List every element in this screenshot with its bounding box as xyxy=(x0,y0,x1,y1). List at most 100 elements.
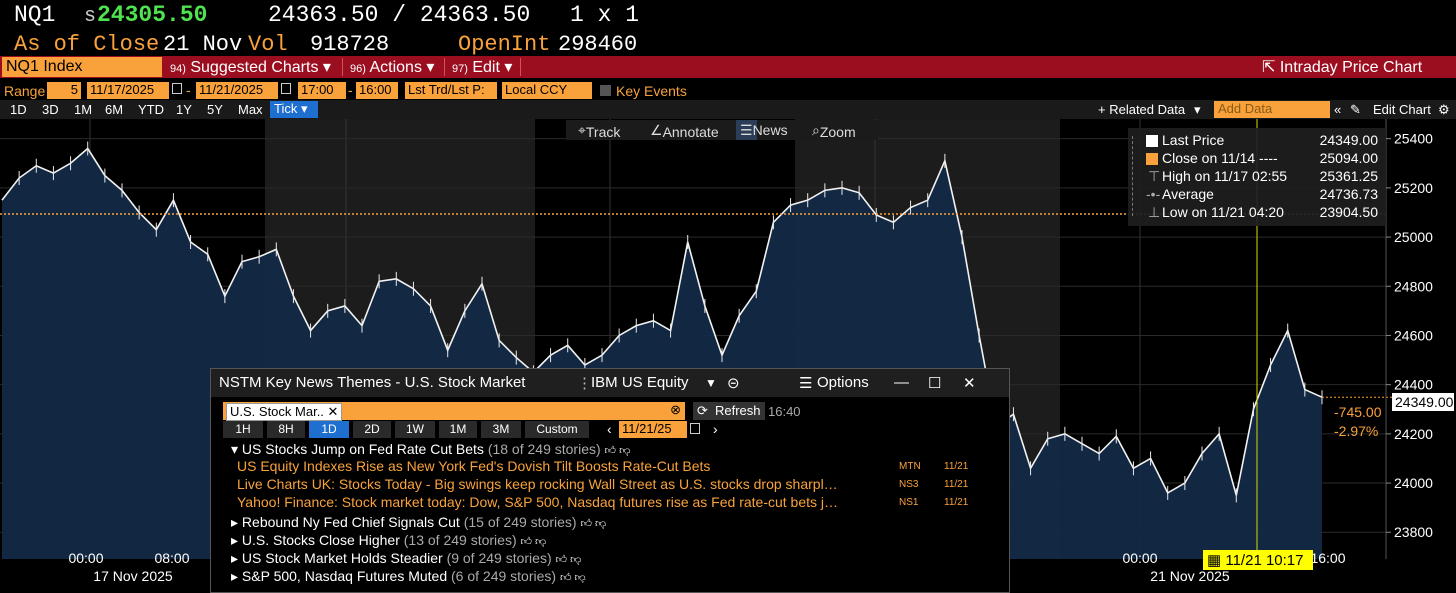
period-max[interactable]: Max xyxy=(238,102,263,117)
period-ytd[interactable]: YTD xyxy=(138,102,164,117)
high-marker-icon: ⊤ xyxy=(1148,168,1161,184)
menu-icon[interactable]: ☰ xyxy=(799,374,812,392)
news-tool[interactable]: ☰ News xyxy=(736,120,788,140)
pill-2d[interactable]: 2D xyxy=(353,421,391,438)
end-date-field[interactable]: 11/21/2025 xyxy=(196,82,278,99)
news-search-input[interactable]: U.S. Stock Mar.. ✕ ⊗ xyxy=(223,402,685,421)
period-1y[interactable]: 1Y xyxy=(176,102,192,117)
end-time-field[interactable]: 16:00 xyxy=(356,82,398,99)
story-date: 11/21 xyxy=(944,461,969,472)
range-days-field[interactable]: 5 xyxy=(47,82,81,99)
calendar-icon[interactable] xyxy=(690,423,700,434)
theme-row[interactable]: ▸ Rebound Ny Fed Chief Signals Cut (15 o… xyxy=(231,514,606,531)
prev-date-icon[interactable]: ‹ xyxy=(607,421,612,437)
next-date-icon[interactable]: › xyxy=(713,421,718,437)
key-events-label: Key Events xyxy=(616,83,687,99)
collapse-icon[interactable]: « xyxy=(1334,102,1341,117)
y-tick-label: 24800 xyxy=(1394,278,1433,294)
period-6m[interactable]: 6M xyxy=(105,102,123,117)
period-1d[interactable]: 1D xyxy=(10,102,27,117)
chevron-down-icon[interactable]: ▼ xyxy=(705,376,717,390)
legend-low[interactable]: ⊥ Low on 11/21 04:20 23904.50 xyxy=(1146,204,1382,222)
legend-swatch xyxy=(1146,135,1158,147)
legend-average[interactable]: ‑•‑ Average 24736.73 xyxy=(1146,186,1382,204)
actions-menu[interactable]: 96) Actions ▾ xyxy=(346,56,438,78)
track-tool[interactable]: ⌖ Track xyxy=(578,122,620,140)
gear-icon[interactable]: ⚙ xyxy=(1438,102,1450,118)
collapsed-icon: ▸ xyxy=(231,550,239,566)
quote-header: NQ1 s 24305.50 24363.50 / 24363.50 1 x 1 xyxy=(0,0,1456,30)
zoom-tool[interactable]: ⌕ Zoom xyxy=(812,122,856,140)
intraday-price-chart-link[interactable]: ⇱ Intraday Price Chart xyxy=(1258,56,1426,78)
suggested-charts-menu[interactable]: 94) Suggested Charts ▾ xyxy=(166,56,335,78)
theme-row[interactable]: ▾ US Stocks Jump on Fed Rate Cut Bets (1… xyxy=(231,441,630,458)
news-security[interactable]: IBM US Equity xyxy=(591,374,689,391)
pill-1d[interactable]: 1D xyxy=(309,421,349,438)
edit-chart-button[interactable]: Edit Chart xyxy=(1373,102,1431,117)
tick-select[interactable]: Tick ▾ xyxy=(270,101,318,118)
average-marker-icon: ‑•‑ xyxy=(1146,186,1161,202)
search-token[interactable]: U.S. Stock Mar.. ✕ xyxy=(226,403,343,421)
calendar-icon[interactable] xyxy=(172,83,182,94)
start-time-field[interactable]: 17:00 xyxy=(298,82,346,99)
y-tick-label: 24200 xyxy=(1394,426,1433,442)
chevron-down-icon[interactable]: ▾ xyxy=(1194,102,1201,118)
minimize-icon[interactable]: — xyxy=(894,374,909,391)
story-row[interactable]: US Equity Indexes Rise as New York Fed's… xyxy=(237,458,889,474)
key-events-checkbox[interactable] xyxy=(600,85,611,96)
crosshair-time-tag: ▦ 11/21 10:17 xyxy=(1203,550,1313,570)
legend-high[interactable]: ⊤ High on 11/17 02:55 25361.25 xyxy=(1146,168,1382,186)
options-button[interactable]: Options xyxy=(817,374,869,391)
legend-collapse-rail xyxy=(1132,136,1140,216)
news-date-field[interactable]: 11/21/25 xyxy=(619,421,687,438)
edit-menu[interactable]: 97) Edit ▾ xyxy=(448,56,516,78)
menu-bar: NQ1 Index 94) Suggested Charts ▾ 96) Act… xyxy=(0,56,1456,78)
calendar-icon: ▦ xyxy=(1207,552,1222,569)
pill-custom[interactable]: Custom xyxy=(525,421,589,438)
pill-1h[interactable]: 1H xyxy=(223,421,263,438)
range-label: Range xyxy=(4,83,46,99)
last-price: 24305.50 xyxy=(97,2,208,28)
link-icon[interactable]: ⊝ xyxy=(727,374,740,392)
pill-1w[interactable]: 1W xyxy=(395,421,435,438)
period-3d[interactable]: 3D xyxy=(42,102,59,117)
theme-row[interactable]: ▸ US Stock Market Holds Steadier (9 of 2… xyxy=(231,550,581,567)
story-source: NS3 xyxy=(899,479,919,490)
refresh-button[interactable]: ⟳ Refresh xyxy=(693,402,765,420)
y-tick-label: 24000 xyxy=(1394,475,1433,491)
legend-swatch xyxy=(1146,153,1158,165)
close-icon[interactable]: ✕ xyxy=(963,374,976,392)
pill-1m[interactable]: 1M xyxy=(439,421,477,438)
theme-row[interactable]: ▸ U.S. Stocks Close Higher (13 of 249 st… xyxy=(231,532,546,549)
legend-close[interactable]: Close on 11/14 ---- 25094.00 xyxy=(1146,150,1382,168)
pill-3m[interactable]: 3M xyxy=(481,421,521,438)
y-tick-label: 25200 xyxy=(1394,180,1433,196)
annotate-tool[interactable]: ∠ Annotate xyxy=(650,122,719,140)
price-prefix: s xyxy=(84,5,97,28)
story-source: MTN xyxy=(899,461,921,472)
story-row[interactable]: Yahoo! Finance: Stock market today: Dow,… xyxy=(237,494,889,510)
calendar-icon[interactable] xyxy=(281,83,291,94)
maximize-icon[interactable]: ☐ xyxy=(928,374,941,392)
period-bar: 1D 3D 1M 6M YTD 1Y 5Y Max Tick ▾ + Relat… xyxy=(0,100,1456,119)
story-row[interactable]: Live Charts UK: Stocks Today - Big swing… xyxy=(237,476,889,492)
field-select[interactable]: Lst Trd/Lst P: xyxy=(405,82,497,99)
pill-8h[interactable]: 8H xyxy=(267,421,305,438)
dropdown-arrow-icon: ▾ xyxy=(504,59,513,76)
security-field[interactable]: NQ1 Index xyxy=(2,57,162,77)
theme-row[interactable]: ▸ S&P 500, Nasdaq Futures Muted (6 of 24… xyxy=(231,568,586,585)
x-tick-label: 16:00 xyxy=(1310,550,1345,566)
x-tick-label: 00:00 xyxy=(1122,550,1157,566)
currency-select[interactable]: Local CCY xyxy=(502,82,592,99)
pencil-icon: ✎ xyxy=(1350,102,1361,117)
start-date-field[interactable]: 11/17/2025 xyxy=(87,82,169,99)
legend-last-price[interactable]: Last Price 24349.00 xyxy=(1146,132,1382,150)
period-1m[interactable]: 1M xyxy=(74,102,92,117)
period-5y[interactable]: 5Y xyxy=(207,102,223,117)
add-data-input[interactable]: Add Data xyxy=(1214,101,1330,118)
expanded-icon: ▾ xyxy=(231,441,239,457)
vertical-dots-icon[interactable]: ⋮ xyxy=(577,374,592,392)
related-data-button[interactable]: + Related Data xyxy=(1098,102,1185,117)
clear-icon[interactable]: ⊗ xyxy=(670,402,681,418)
dropdown-arrow-icon: ▾ xyxy=(426,59,435,76)
